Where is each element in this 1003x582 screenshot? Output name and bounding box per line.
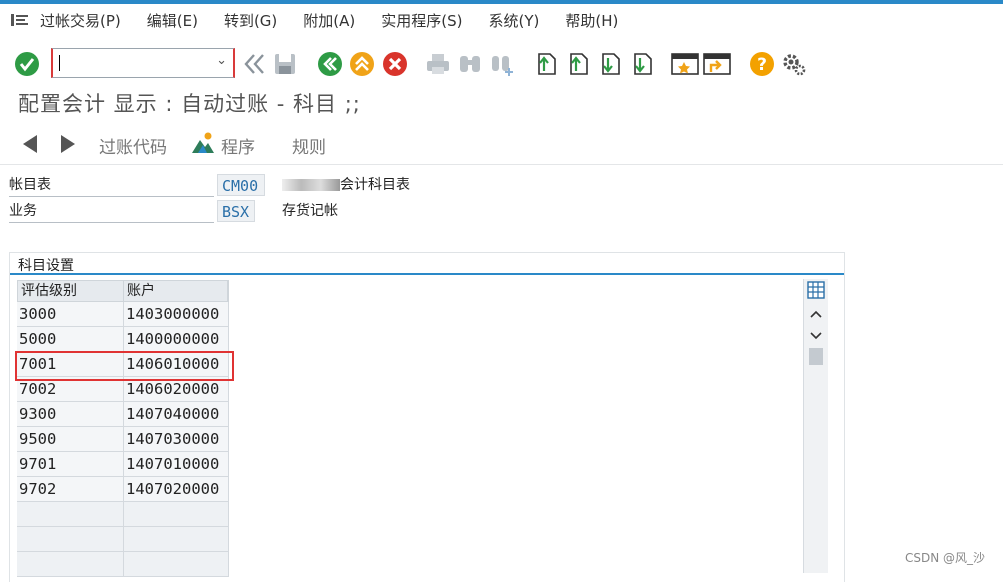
- account-cell[interactable]: 1400000000: [124, 327, 229, 351]
- transaction-field[interactable]: BSX: [217, 200, 255, 222]
- empty-cell[interactable]: [124, 552, 229, 576]
- scroll-down-icon[interactable]: [804, 325, 828, 347]
- empty-table-row[interactable]: [17, 527, 229, 552]
- next-entry-icon[interactable]: [56, 132, 80, 156]
- table-row[interactable]: 9702 1407020000: [17, 477, 229, 502]
- empty-cell[interactable]: [17, 527, 124, 551]
- group-title-underline: [10, 273, 844, 275]
- exit-icon[interactable]: [348, 50, 376, 78]
- account-cell[interactable]: 1407010000: [124, 452, 229, 476]
- application-toolbar: 过账代码 程序 规则: [0, 124, 1003, 165]
- find-next-icon[interactable]: [488, 50, 516, 78]
- account-cell[interactable]: 1403000000: [124, 302, 229, 326]
- page-title: 配置会计 显示 : 自动过账 - 科目 ;;: [18, 92, 361, 116]
- chart-of-accounts-field[interactable]: CM00: [217, 174, 265, 196]
- valuation-class-cell[interactable]: 9702: [17, 477, 124, 501]
- svg-text:?: ?: [757, 55, 767, 75]
- empty-cell[interactable]: [17, 502, 124, 526]
- table-row[interactable]: 9300 1407040000: [17, 402, 229, 427]
- redacted-text: [282, 179, 340, 191]
- generate-shortcut-icon[interactable]: [703, 50, 731, 78]
- transaction-description: 存货记帐: [282, 203, 338, 219]
- chart-of-accounts-desc-text: 会计科目表: [340, 177, 410, 193]
- empty-table-row[interactable]: [17, 552, 229, 577]
- menu-posting[interactable]: 过帐交易(P): [40, 10, 121, 31]
- chevron-down-icon[interactable]: ⌄: [216, 53, 227, 68]
- table-settings-icon[interactable]: [804, 279, 828, 301]
- account-cell[interactable]: 1407040000: [124, 402, 229, 426]
- menu-bar: 过帐交易(P) 编辑(E) 转到(G) 附加(A) 实用程序(S) 系统(Y) …: [0, 4, 1003, 36]
- table-row[interactable]: 9701 1407010000: [17, 452, 229, 477]
- settings-gear-icon[interactable]: [780, 50, 808, 78]
- command-field[interactable]: ⌄: [51, 48, 235, 78]
- menu-system[interactable]: 系统(Y): [488, 10, 539, 31]
- valuation-class-cell[interactable]: 9500: [17, 427, 124, 451]
- valuation-class-cell[interactable]: 9701: [17, 452, 124, 476]
- transaction-label: 业务: [9, 200, 214, 223]
- account-assignment-group: 科目设置 评估级别 账户 3000 1403000000 5000 14000000…: [9, 252, 845, 582]
- empty-cell[interactable]: [124, 502, 229, 526]
- valuation-class-cell[interactable]: 5000: [17, 327, 124, 351]
- account-cell[interactable]: 1407030000: [124, 427, 229, 451]
- last-page-icon[interactable]: [628, 50, 656, 78]
- chart-of-accounts-label: 帐目表: [9, 174, 214, 197]
- empty-cell[interactable]: [17, 552, 124, 576]
- table-header: 评估级别 账户: [17, 280, 229, 302]
- watermark: CSDN @风_沙: [905, 551, 986, 565]
- table-row[interactable]: 5000 1400000000: [17, 327, 229, 352]
- empty-cell[interactable]: [124, 527, 229, 551]
- menu-help[interactable]: 帮助(H): [565, 10, 618, 31]
- table-scrollbar[interactable]: [803, 279, 828, 573]
- print-icon[interactable]: [424, 50, 452, 78]
- menu-goto[interactable]: 转到(G): [224, 10, 277, 31]
- valuation-class-cell[interactable]: 3000: [17, 302, 124, 326]
- scroll-thumb[interactable]: [809, 348, 823, 365]
- next-page-icon[interactable]: [596, 50, 624, 78]
- procedure-icon: [191, 131, 215, 155]
- cancel-icon[interactable]: [381, 50, 409, 78]
- help-icon[interactable]: ?: [748, 50, 776, 78]
- menu-edit[interactable]: 编辑(E): [147, 10, 198, 31]
- table-row[interactable]: 9500 1407030000: [17, 427, 229, 452]
- system-menu-icon[interactable]: [0, 4, 40, 36]
- save-icon[interactable]: [271, 50, 299, 78]
- group-title: 科目设置: [18, 258, 74, 274]
- account-table: 评估级别 账户 3000 1403000000 5000 1400000000 70…: [17, 280, 229, 577]
- posting-key-button[interactable]: 过账代码: [99, 133, 167, 158]
- menu-extras[interactable]: 附加(A): [303, 10, 355, 31]
- previous-page-icon[interactable]: [564, 50, 592, 78]
- column-header-valuation-class[interactable]: 评估级别: [18, 281, 124, 301]
- find-icon[interactable]: [456, 50, 484, 78]
- create-session-icon[interactable]: [671, 50, 699, 78]
- chart-of-accounts-description: 会计科目表: [282, 174, 410, 196]
- scroll-up-icon[interactable]: [804, 303, 828, 325]
- valuation-class-cell[interactable]: 9300: [17, 402, 124, 426]
- standard-toolbar: ⌄ ?: [0, 44, 1003, 88]
- double-chevron-left-icon[interactable]: [241, 50, 269, 78]
- back-icon[interactable]: [316, 50, 344, 78]
- first-page-icon[interactable]: [532, 50, 560, 78]
- menu-utilities[interactable]: 实用程序(S): [381, 10, 462, 31]
- column-header-account[interactable]: 账户: [124, 281, 228, 301]
- empty-table-row[interactable]: [17, 502, 229, 527]
- row-highlight-box: [15, 351, 234, 381]
- rules-button[interactable]: 规则: [292, 133, 326, 158]
- account-cell[interactable]: 1407020000: [124, 477, 229, 501]
- text-cursor: [59, 55, 60, 71]
- table-row[interactable]: 3000 1403000000: [17, 302, 229, 327]
- enter-icon[interactable]: [13, 50, 41, 78]
- previous-entry-icon[interactable]: [18, 132, 42, 156]
- procedure-button[interactable]: 程序: [221, 133, 255, 158]
